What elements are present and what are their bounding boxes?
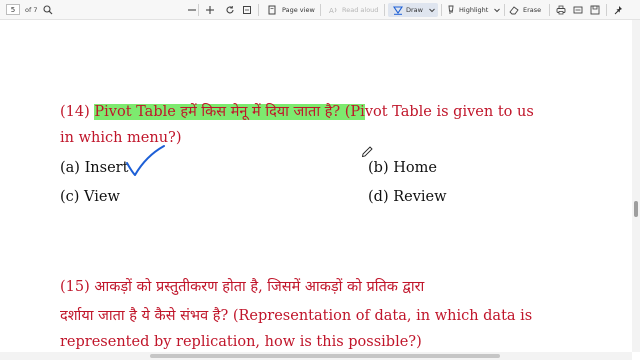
option-c: (c) View xyxy=(60,189,120,205)
read-aloud-icon: A xyxy=(328,4,340,16)
toolbar-divider xyxy=(384,4,385,16)
vertical-scrollbar[interactable] xyxy=(632,20,640,352)
svg-text:A: A xyxy=(329,7,334,15)
draw-label: Draw xyxy=(406,6,423,14)
question-14-line-1: (14) Pivot Table हमें किस मेनू में दिया … xyxy=(60,101,534,121)
rotate-icon[interactable] xyxy=(224,4,236,16)
toolbar-divider xyxy=(606,4,607,16)
toolbar-divider xyxy=(504,4,505,16)
question-14-english-text: vot Table is given to us xyxy=(364,104,534,120)
document-page: (14) Pivot Table हमें किस मेनू में दिया … xyxy=(0,20,632,352)
eraser-icon[interactable] xyxy=(508,4,520,16)
horizontal-scrollbar[interactable] xyxy=(0,352,632,360)
horizontal-scroll-thumb[interactable] xyxy=(150,354,500,358)
search-icon[interactable] xyxy=(42,4,54,16)
toolbar-divider xyxy=(549,4,550,16)
toolbar-divider xyxy=(258,4,259,16)
question-15-line-3: represented by replication, how is this … xyxy=(60,334,422,350)
read-aloud-button[interactable]: Read aloud xyxy=(342,0,378,20)
zoom-in-icon[interactable] xyxy=(204,4,216,16)
option-b: (b) Home xyxy=(368,160,437,176)
page-number-input[interactable]: 5 xyxy=(6,4,20,15)
erase-button[interactable]: Erase xyxy=(523,0,541,20)
zoom-out-icon[interactable] xyxy=(186,4,198,16)
fit-page-icon[interactable] xyxy=(241,4,253,16)
chevron-down-icon[interactable] xyxy=(426,4,438,16)
question-14-highlighted-text: Pivot Table हमें किस मेनू में दिया जाता … xyxy=(94,104,365,120)
toolbar-divider xyxy=(198,4,199,16)
save-icon[interactable] xyxy=(589,4,601,16)
highlight-button[interactable]: Highlight xyxy=(459,0,488,20)
chevron-down-icon[interactable] xyxy=(491,4,503,16)
page-view-icon[interactable] xyxy=(266,4,278,16)
toolbar-divider xyxy=(320,4,321,16)
question-15-line-1: (15) आकड़ों को प्रस्तुतीकरण होता है, जिस… xyxy=(60,279,425,295)
pdf-toolbar: 5 of 7 Page view A Read aloud Draw Highl… xyxy=(0,0,640,20)
question-15-line-2: दर्शाया जाता है ये कैसे संभव है? (Repres… xyxy=(60,308,533,324)
option-a: (a) Insert xyxy=(60,160,129,176)
checkmark-annotation xyxy=(126,145,165,176)
page-view-button[interactable]: Page view xyxy=(282,0,315,20)
fit-width-icon[interactable] xyxy=(572,4,584,16)
option-d: (d) Review xyxy=(368,189,447,205)
toolbar-divider xyxy=(441,4,442,16)
vertical-scroll-thumb[interactable] xyxy=(634,201,638,217)
print-icon[interactable] xyxy=(555,4,567,16)
draw-pen-icon xyxy=(392,4,404,16)
pen-cursor-icon xyxy=(361,146,373,158)
question-14-number: (14) xyxy=(60,104,90,120)
highlight-icon[interactable] xyxy=(445,4,457,16)
page-total: of 7 xyxy=(25,6,38,14)
pin-icon[interactable] xyxy=(613,4,625,16)
